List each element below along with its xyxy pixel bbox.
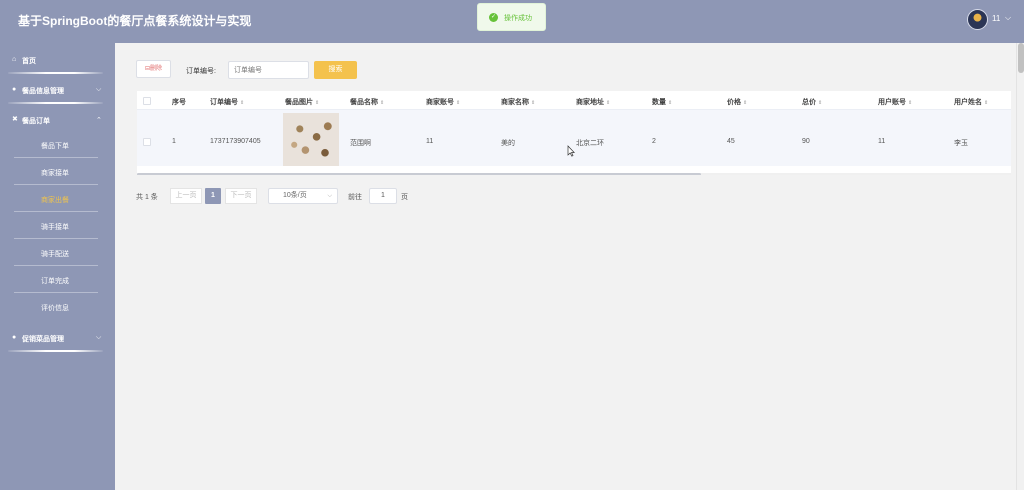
chevron-down-icon: ⌵ [96,86,102,93]
table-row[interactable]: 1 1737173907405 范围啊 11 美的 北京二环 2 45 90 1… [137,110,1011,166]
cell-merchant-account: 11 [426,138,434,145]
user-avatar[interactable] [967,9,988,30]
chevron-down-icon: ⌵ [96,334,102,341]
sidebar-item-dish-management[interactable]: ● 餐品信息管理 ⌵ [0,75,115,105]
table-header: 序号 订单编号 ⇕ 餐品图片 ⇕ 餐品名称 ⇕ 商家账号 ⇕ 商家名称 ⇕ 商家地址 ⇕ 数… [137,91,1011,110]
sidebar-subitem-rider-delivery[interactable]: 骑手配送 [0,239,115,266]
page-suffix-label: 页 [401,194,408,201]
mouse-cursor-icon [567,145,575,157]
chevron-down-icon: ⌵ [327,193,332,199]
chevron-up-icon: ⌃ [96,117,102,124]
sidebar-subitem-order-complete[interactable]: 订单完成 [0,266,115,293]
user-name[interactable]: 11 [992,14,1000,23]
sort-icon: ⇕ [315,100,320,106]
cell-user-account: 11 [878,138,886,145]
column-header[interactable]: 价格 ⇕ [727,97,747,107]
sidebar-item-label: 首页 [22,58,36,65]
vertical-scrollbar[interactable] [1016,43,1024,490]
cell-merchant-name: 美的 [501,140,515,147]
sidebar-subitem-merchant-serve[interactable]: 商家出餐 [0,185,115,212]
column-header[interactable]: 商家账号 ⇕ [426,97,460,107]
horizontal-scrollbar[interactable] [137,173,1011,175]
prev-page-button[interactable]: 上一页 [170,188,202,204]
sidebar-subitem-rider-accept[interactable]: 骑手接单 [0,212,115,239]
sidebar-item-label: 促销菜品管理 [22,336,64,343]
cell-price: 45 [727,138,735,145]
column-header[interactable]: 餐品图片 ⇕ [285,97,319,107]
dish-image[interactable] [283,113,339,166]
goto-label: 前往 [348,194,362,201]
delete-button[interactable]: ⊟删除 [136,60,171,78]
column-header[interactable]: 数量 ⇕ [652,97,672,107]
check-circle-icon: ✓ [489,13,498,22]
sort-icon: ⇕ [531,100,536,106]
cell-merchant-address: 北京二环 [576,140,604,147]
page-number-current[interactable]: 1 [205,188,221,204]
column-header[interactable]: 订单编号 ⇕ [210,97,244,107]
column-header[interactable]: 总价 ⇕ [802,97,822,107]
search-button[interactable]: 搜索 [314,61,357,79]
cell-user-name: 李玉 [954,140,968,147]
sort-icon: ⇕ [240,100,245,106]
order-no-input[interactable] [228,61,309,79]
sidebar: ⌂ 首页 ● 餐品信息管理 ⌵ ✖ 餐品订单 ⌃ 餐品下单 商家接单 商家出餐 … [0,43,115,490]
sort-icon: ⇕ [818,100,823,106]
grid-icon: ✖ [12,116,18,123]
sidebar-item-promo-management[interactable]: ● 促销菜品管理 ⌵ [0,323,115,353]
sort-icon: ⇕ [380,100,385,106]
sort-icon: ⇕ [908,100,913,106]
dot-icon: ● [12,86,17,93]
row-checkbox[interactable] [143,138,151,146]
cell-quantity: 2 [652,138,656,145]
cell-total: 90 [802,138,810,145]
next-page-button[interactable]: 下一页 [225,188,257,204]
home-icon: ⌂ [12,56,17,63]
sidebar-item-home[interactable]: ⌂ 首页 [0,45,115,75]
select-all-checkbox[interactable] [143,97,151,105]
column-header[interactable]: 用户姓名 ⇕ [954,97,988,107]
column-header[interactable]: 餐品名称 ⇕ [350,97,384,107]
chevron-down-icon[interactable]: ⌵ [1005,13,1011,23]
sort-icon: ⇕ [743,100,748,106]
cell-order-no: 1737173907405 [210,138,261,145]
toast-message: 操作成功 [504,15,532,22]
success-toast: ✓ 操作成功 [477,3,546,31]
pagination-total: 共 1 条 [136,194,158,201]
sort-icon: ⇕ [456,100,461,106]
sidebar-subitem-reviews[interactable]: 评价信息 [0,293,115,320]
sort-icon: ⇕ [606,100,611,106]
sidebar-subitem-place-order[interactable]: 餐品下单 [0,131,115,158]
dot-icon: ● [12,334,17,341]
cell-dish-name: 范围啊 [350,140,371,147]
column-header[interactable]: 用户账号 ⇕ [878,97,912,107]
page-size-select[interactable]: 10条/页 ⌵ [268,188,338,204]
column-header[interactable]: 商家地址 ⇕ [576,97,610,107]
sort-icon: ⇕ [984,100,989,106]
column-header[interactable]: 商家名称 ⇕ [501,97,535,107]
goto-page-input[interactable]: 1 [369,188,397,204]
order-no-label: 订单编号: [186,68,216,75]
cell-index: 1 [172,138,176,145]
sidebar-item-label: 餐品信息管理 [22,88,64,95]
sort-icon: ⇕ [668,100,673,106]
orders-table: 序号 订单编号 ⇕ 餐品图片 ⇕ 餐品名称 ⇕ 商家账号 ⇕ 商家名称 ⇕ 商家地址 ⇕ 数… [137,91,1011,175]
app-title: 基于SpringBoot的餐厅点餐系统设计与实现 [18,14,252,28]
column-header: 序号 [172,99,186,106]
sidebar-item-label: 餐品订单 [22,118,50,125]
sidebar-subitem-merchant-accept[interactable]: 商家接单 [0,158,115,185]
